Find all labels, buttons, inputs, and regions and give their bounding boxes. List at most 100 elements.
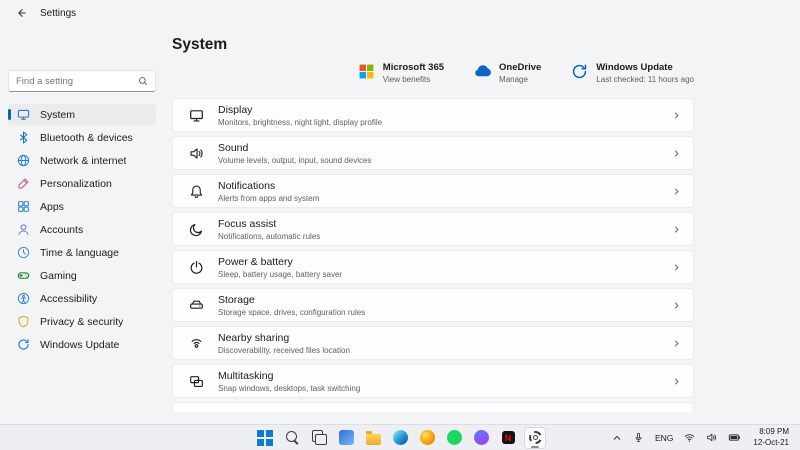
tray-date: 12-Oct-21 — [753, 437, 789, 447]
chevron-right-icon — [672, 377, 681, 386]
sidebar-item-label: Windows Update — [40, 338, 120, 351]
settings-card-text: Display Monitors, brightness, night ligh… — [218, 104, 658, 127]
taskbar-app-settings[interactable] — [524, 426, 546, 449]
sidebar-item-update[interactable]: Windows Update — [8, 334, 156, 355]
chevron-right-icon — [672, 187, 681, 196]
accessibility-icon — [17, 292, 30, 305]
sidebar-item-label: Accessibility — [40, 292, 98, 305]
sidebar-nav: System Bluetooth & devices Network & int… — [8, 104, 156, 355]
settings-card-text: Storage Storage space, drives, configura… — [218, 294, 658, 317]
taskbar-app-firefox[interactable] — [416, 427, 438, 449]
apps-icon — [17, 200, 30, 213]
taskbar-app-netflix[interactable] — [497, 427, 519, 449]
sidebar-item-label: Bluetooth & devices — [40, 131, 133, 144]
search-box — [8, 70, 156, 92]
main-content: System Microsoft 365 View benefits OneDr… — [172, 26, 694, 424]
nearby-icon — [189, 336, 204, 351]
taskbar-app-edge[interactable] — [389, 427, 411, 449]
sidebar: System Bluetooth & devices Network & int… — [0, 26, 162, 424]
sidebar-item-time[interactable]: Time & language — [8, 242, 156, 263]
settings-card-title: Storage — [218, 293, 255, 306]
promo-title: OneDrive — [499, 62, 542, 73]
gaming-icon — [17, 269, 30, 282]
taskbar-clock[interactable]: 8:09 PM 12-Oct-21 — [750, 427, 792, 449]
start-icon — [257, 429, 264, 437]
firefox-icon — [419, 430, 435, 445]
promo-update[interactable]: Windows Update Last checked: 11 hours ag… — [571, 62, 694, 84]
search-icon — [138, 76, 148, 86]
chevron-right-icon — [672, 149, 681, 158]
tray-mic-button[interactable] — [631, 428, 646, 448]
settings-card-focus[interactable]: Focus assist Notifications, automatic ru… — [172, 212, 694, 246]
settings-card-title: Focus assist — [218, 217, 277, 230]
window-title: Settings — [40, 7, 77, 19]
promo-title: Windows Update — [596, 62, 673, 73]
promo-onedrive[interactable]: OneDrive Manage — [474, 62, 541, 84]
sidebar-item-network[interactable]: Network & internet — [8, 150, 156, 171]
sidebar-item-gaming[interactable]: Gaming — [8, 265, 156, 286]
settings-card-title: Power & battery — [218, 255, 293, 268]
tray-language-button[interactable]: ENG — [653, 428, 675, 448]
sidebar-item-label: Personalization — [40, 177, 112, 190]
settings-card-multitask[interactable]: Multitasking Snap windows, desktops, tas… — [172, 364, 694, 398]
sidebar-item-label: Network & internet — [40, 154, 127, 167]
settings-card-subtitle: Volume levels, output, input, sound devi… — [218, 155, 372, 165]
chevron-right-icon — [672, 301, 681, 310]
settings-window: System Bluetooth & devices Network & int… — [0, 26, 800, 424]
tray-volume-button[interactable] — [704, 428, 719, 448]
taskbar-apps — [254, 425, 546, 450]
taskbar-app-spotify[interactable] — [443, 427, 465, 449]
notifications-icon — [189, 184, 204, 199]
settings-card-notifications[interactable]: Notifications Alerts from apps and syste… — [172, 174, 694, 208]
settings-card-subtitle: Storage space, drives, configuration rul… — [218, 307, 366, 317]
sidebar-item-privacy[interactable]: Privacy & security — [8, 311, 156, 332]
settings-card-storage[interactable]: Storage Storage space, drives, configura… — [172, 288, 694, 322]
sound-icon — [189, 146, 204, 161]
settings-card-sound[interactable]: Sound Volume levels, output, input, soun… — [172, 136, 694, 170]
search-input[interactable] — [16, 75, 138, 87]
chevron-right-icon — [672, 225, 681, 234]
multitask-icon — [189, 374, 204, 389]
accounts-icon — [17, 223, 30, 236]
promo-text: OneDrive Manage — [499, 62, 541, 84]
tray-network-button[interactable] — [682, 428, 697, 448]
tray-battery-button[interactable] — [726, 428, 743, 448]
back-button[interactable] — [10, 3, 32, 23]
messenger-icon — [473, 430, 489, 445]
settings-card-display[interactable]: Display Monitors, brightness, night ligh… — [172, 98, 694, 132]
settings-icon — [528, 431, 542, 444]
sidebar-item-system[interactable]: System — [8, 104, 156, 125]
sidebar-item-apps[interactable]: Apps — [8, 196, 156, 217]
search-icon — [285, 430, 300, 445]
taskbar-app-start[interactable] — [254, 427, 276, 449]
page-title: System — [172, 36, 228, 53]
privacy-icon — [17, 315, 30, 328]
promo-subtitle: Manage — [499, 75, 528, 84]
settings-card-text: Sound Volume levels, output, input, soun… — [218, 142, 658, 165]
sidebar-item-label: System — [40, 108, 76, 121]
settings-card-subtitle: Snap windows, desktops, task switching — [218, 383, 361, 393]
taskbar-app-task-view[interactable] — [308, 427, 330, 449]
sidebar-item-bluetooth[interactable]: Bluetooth & devices — [8, 127, 156, 148]
sidebar-item-personalization[interactable]: Personalization — [8, 173, 156, 194]
tray-chevron-button[interactable] — [610, 428, 624, 448]
promo-row: Microsoft 365 View benefits OneDrive Man… — [172, 62, 694, 84]
settings-card-text: Power & battery Sleep, battery usage, ba… — [218, 256, 658, 279]
sidebar-item-accessibility[interactable]: Accessibility — [8, 288, 156, 309]
sidebar-item-label: Gaming — [40, 269, 77, 282]
promo-microsoft-365[interactable]: Microsoft 365 View benefits — [358, 62, 444, 84]
spotify-icon — [446, 430, 462, 445]
settings-card-subtitle: Monitors, brightness, night light, displ… — [218, 117, 383, 127]
settings-card-power[interactable]: Power & battery Sleep, battery usage, ba… — [172, 250, 694, 284]
settings-card-nearby[interactable]: Nearby sharing Discoverability, received… — [172, 326, 694, 360]
promo-text: Microsoft 365 View benefits — [383, 62, 444, 84]
taskbar-app-messenger[interactable] — [470, 427, 492, 449]
taskbar-app-file-explorer[interactable] — [362, 427, 384, 449]
taskbar-app-search[interactable] — [281, 427, 303, 449]
widgets-icon — [338, 430, 354, 445]
microsoft-365-icon — [358, 63, 375, 80]
settings-card-partial — [172, 402, 694, 412]
taskbar-app-widgets[interactable] — [335, 427, 357, 449]
chevron-right-icon — [672, 339, 681, 348]
sidebar-item-accounts[interactable]: Accounts — [8, 219, 156, 240]
